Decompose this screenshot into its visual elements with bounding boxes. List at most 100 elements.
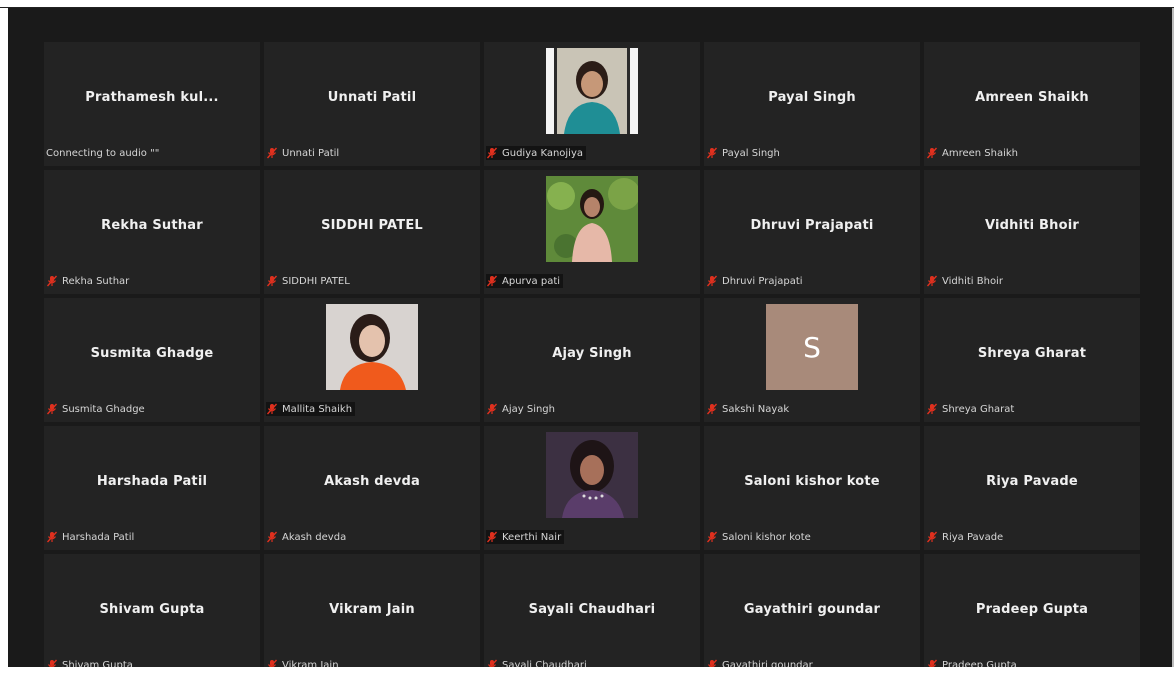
participant-tile[interactable]: Keerthi Nair	[484, 426, 700, 550]
participant-footer: Pradeep Gupta	[926, 658, 1017, 667]
participant-footer: Amreen Shaikh	[926, 146, 1018, 160]
participant-video-photo	[326, 304, 418, 390]
participant-footer-label: Harshada Patil	[62, 531, 135, 543]
mic-muted-icon	[706, 531, 718, 543]
mic-muted-icon	[486, 275, 498, 287]
mic-muted-icon	[706, 147, 718, 159]
participant-footer: Sayali Chaudhari	[486, 658, 587, 667]
participant-display-name: Shivam Gupta	[99, 602, 205, 617]
participant-tile[interactable]: Sayali Chaudhari Sayali Chaudhari	[484, 554, 700, 667]
participant-footer-label: Akash devda	[282, 531, 347, 543]
mic-muted-icon	[266, 147, 278, 159]
participant-footer: Ajay Singh	[486, 402, 555, 416]
participant-tile[interactable]: Shreya Gharat Shreya Gharat	[924, 298, 1140, 422]
participant-display-name: Sayali Chaudhari	[528, 602, 656, 617]
participant-display-name: Shreya Gharat	[977, 346, 1087, 361]
mic-muted-icon	[926, 147, 938, 159]
participant-footer: Shivam Gupta	[46, 658, 133, 667]
participant-footer-label: Shivam Gupta	[62, 659, 133, 668]
bottom-margin	[0, 667, 1174, 682]
participant-footer-label: Amreen Shaikh	[942, 147, 1019, 159]
mic-muted-icon	[926, 275, 938, 287]
participant-footer-label: Susmita Ghadge	[62, 403, 145, 415]
participant-tile[interactable]: Ajay Singh Ajay Singh	[484, 298, 700, 422]
participant-footer-label: Keerthi Nair	[502, 531, 562, 543]
participant-video-photo	[546, 432, 638, 518]
mic-muted-icon	[266, 403, 278, 415]
mic-muted-icon	[46, 531, 58, 543]
participant-tile[interactable]: Prathamesh kul... Connecting to audio ""	[44, 42, 260, 166]
participant-tile[interactable]: Shivam Gupta Shivam Gupta	[44, 554, 260, 667]
participant-footer: Unnati Patil	[266, 146, 339, 160]
participant-footer: Sakshi Nayak	[706, 402, 789, 416]
participant-footer: Susmita Ghadge	[46, 402, 145, 416]
participant-footer-label: Apurva pati	[502, 275, 561, 287]
participant-footer-label: Gayathiri goundar	[722, 659, 813, 668]
participant-footer-label: Ajay Singh	[502, 403, 555, 415]
participant-display-name: SIDDHI PATEL	[321, 218, 423, 233]
participant-display-name: Akash devda	[324, 474, 420, 489]
participant-tile[interactable]: Pradeep Gupta Pradeep Gupta	[924, 554, 1140, 667]
participant-tile[interactable]: Harshada Patil Harshada Patil	[44, 426, 260, 550]
participant-tile[interactable]: Payal Singh Payal Singh	[704, 42, 920, 166]
participant-tile[interactable]: Dhruvi Prajapati Dhruvi Prajapati	[704, 170, 920, 294]
participant-footer-label: Vikram Jain	[282, 659, 339, 668]
participant-tile[interactable]: Akash devda Akash devda	[264, 426, 480, 550]
participant-tile[interactable]: Amreen Shaikh Amreen Shaikh	[924, 42, 1140, 166]
participant-tile[interactable]: Saloni kishor kote Saloni kishor kote	[704, 426, 920, 550]
mic-muted-icon	[707, 659, 718, 667]
participant-footer: Apurva pati	[486, 274, 564, 288]
participant-footer: Saloni kishor kote	[706, 530, 811, 544]
mic-muted-icon	[486, 147, 498, 159]
participant-footer-label: Gudiya Kanojiya	[502, 147, 584, 159]
participant-tile[interactable]: Mallita Shaikh	[264, 298, 480, 422]
participant-footer-label: Sakshi Nayak	[722, 403, 790, 415]
participant-footer-label: Sayali Chaudhari	[502, 659, 587, 668]
participant-footer: Gayathiri goundar	[706, 658, 813, 667]
participant-avatar: S	[766, 304, 858, 390]
participant-display-name: Dhruvi Prajapati	[750, 218, 874, 233]
participant-video-photo	[546, 48, 638, 134]
participant-tile[interactable]: Vidhiti Bhoir Vidhiti Bhoir	[924, 170, 1140, 294]
participant-footer: Dhruvi Prajapati	[706, 274, 803, 288]
participant-footer: Rekha Suthar	[46, 274, 129, 288]
participant-display-name: Ajay Singh	[552, 346, 632, 361]
participant-tile[interactable]: S Sakshi Nayak	[704, 298, 920, 422]
participant-display-name: Amreen Shaikh	[975, 90, 1089, 105]
participant-footer-label: Unnati Patil	[282, 147, 340, 159]
participant-tile[interactable]: Susmita Ghadge Susmita Ghadge	[44, 298, 260, 422]
mic-muted-icon	[486, 403, 498, 415]
participant-display-name: Vidhiti Bhoir	[984, 218, 1080, 233]
participant-footer: Vikram Jain	[266, 658, 339, 667]
mic-muted-icon	[706, 275, 718, 287]
mic-muted-icon	[267, 659, 278, 667]
participant-footer: Akash devda	[266, 530, 346, 544]
top-strip	[0, 0, 1174, 8]
participant-footer-label: SIDDHI PATEL	[282, 275, 350, 287]
participant-footer: Connecting to audio ""	[46, 146, 159, 160]
mic-muted-icon	[266, 531, 278, 543]
participant-footer: Payal Singh	[706, 146, 780, 160]
participant-footer-label: Vidhiti Bhoir	[942, 275, 1003, 287]
participant-footer-label: Dhruvi Prajapati	[722, 275, 803, 287]
participant-display-name: Harshada Patil	[96, 474, 208, 489]
participant-display-name: Vikram Jain	[329, 602, 415, 617]
participant-tile[interactable]: Gudiya Kanojiya	[484, 42, 700, 166]
participant-footer: Keerthi Nair	[486, 530, 565, 544]
participant-tile[interactable]: Vikram Jain Vikram Jain	[264, 554, 480, 667]
mic-muted-icon	[927, 659, 938, 667]
participant-footer: Riya Pavade	[926, 530, 1003, 544]
participant-tile[interactable]: Rekha Suthar Rekha Suthar	[44, 170, 260, 294]
participant-display-name: Unnati Patil	[327, 90, 417, 105]
mic-muted-icon	[46, 275, 58, 287]
participant-tile[interactable]: Riya Pavade Riya Pavade	[924, 426, 1140, 550]
participant-display-name: Pradeep Gupta	[975, 602, 1089, 617]
participant-tile[interactable]: Apurva pati	[484, 170, 700, 294]
participant-footer-label: Connecting to audio ""	[46, 147, 160, 159]
participant-footer: Vidhiti Bhoir	[926, 274, 1003, 288]
participant-tile[interactable]: SIDDHI PATEL SIDDHI PATEL	[264, 170, 480, 294]
participant-tile[interactable]: Gayathiri goundar Gayathiri goundar	[704, 554, 920, 667]
participant-tile[interactable]: Unnati Patil Unnati Patil	[264, 42, 480, 166]
mic-muted-icon	[706, 403, 718, 415]
participant-display-name: Gayathiri goundar	[743, 602, 881, 617]
